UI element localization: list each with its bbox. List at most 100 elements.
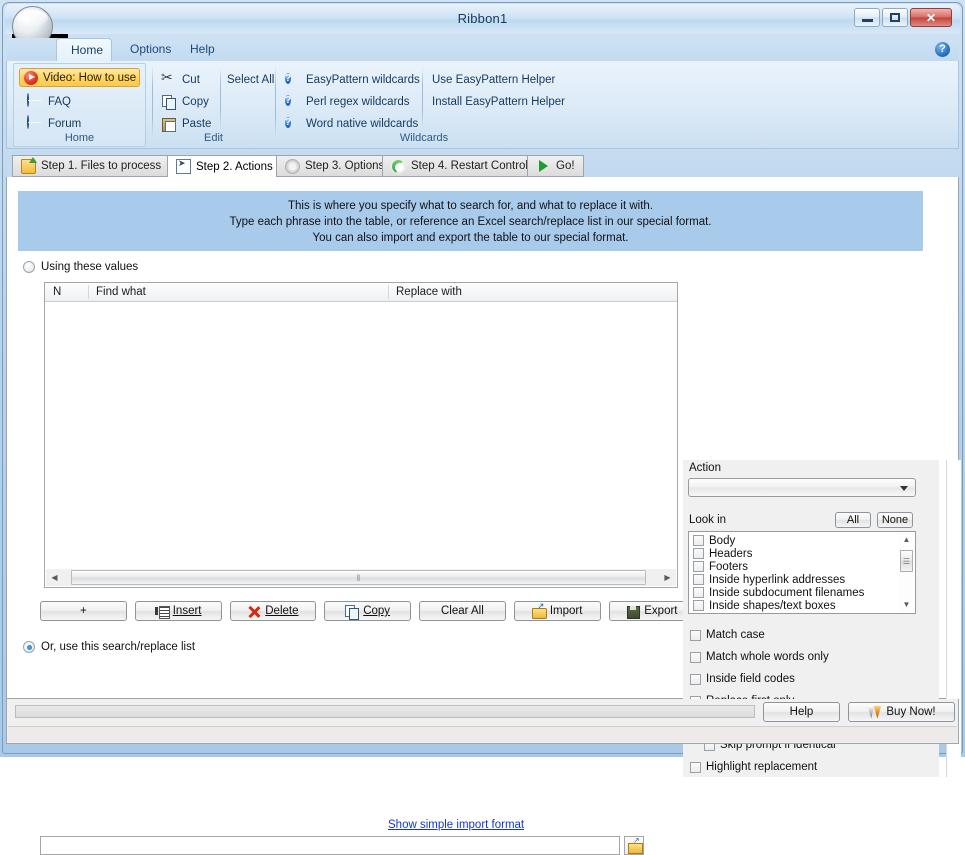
ribbon-item-select-all-label: Select All bbox=[227, 73, 275, 86]
checkbox-icon[interactable] bbox=[693, 548, 704, 559]
look-in-item-headers[interactable]: Headers bbox=[689, 547, 898, 560]
checkbox-icon[interactable] bbox=[693, 535, 704, 546]
scrollbar-track[interactable]: ‖ bbox=[63, 570, 659, 585]
checkbox-inside-field-codes[interactable]: Inside field codes bbox=[690, 673, 795, 685]
checkbox-icon[interactable] bbox=[690, 629, 701, 641]
import-button[interactable]: Import bbox=[513, 601, 601, 621]
ribbon-item-faq[interactable]: FAQ bbox=[23, 91, 75, 112]
ribbon-item-word-native-wildcards-label: Word native wildcards bbox=[306, 117, 419, 130]
action-label: Action bbox=[689, 462, 721, 474]
radio-use-search-replace-list[interactable]: Or, use this search/replace list bbox=[23, 641, 195, 653]
copy-button[interactable]: Copy bbox=[324, 601, 411, 621]
cursor-page-icon bbox=[176, 158, 191, 174]
ribbon-item-perl-regex-wildcards-label: Perl regex wildcards bbox=[306, 95, 410, 108]
checkbox-icon[interactable] bbox=[693, 600, 704, 611]
ribbon-item-word-native-wildcards[interactable]: ? Word native wildcards bbox=[281, 113, 422, 134]
search-replace-table[interactable]: N Find what Replace with ◀ ‖ ▶ bbox=[44, 282, 678, 588]
window-controls: ✕ bbox=[854, 8, 952, 27]
ribbon-tab-options[interactable]: Options bbox=[116, 38, 185, 61]
ribbon-tab-home[interactable]: Home bbox=[56, 38, 112, 61]
look-in-item-body[interactable]: Body bbox=[689, 534, 898, 547]
table-column-n[interactable]: N bbox=[45, 283, 88, 301]
scroll-left-icon[interactable]: ◀ bbox=[46, 569, 63, 586]
copy-label: Copy bbox=[363, 605, 391, 617]
clear-all-button[interactable]: Clear All bbox=[419, 601, 506, 621]
action-dropdown[interactable] bbox=[688, 478, 916, 497]
table-column-replace-with[interactable]: Replace with bbox=[388, 283, 677, 301]
instruction-banner: This is where you specify what to search… bbox=[18, 191, 923, 251]
globe-icon bbox=[27, 92, 29, 107]
step-tab-options[interactable]: Step 3. Options bbox=[276, 155, 394, 177]
checkbox-icon[interactable] bbox=[690, 761, 701, 773]
search-replace-list-input[interactable] bbox=[40, 836, 620, 855]
export-disk-icon bbox=[626, 605, 641, 619]
ribbon-item-use-easypattern-helper[interactable]: Use EasyPattern Helper bbox=[428, 69, 559, 90]
maximize-button[interactable] bbox=[882, 8, 908, 27]
ribbon-item-cut[interactable]: Cut bbox=[157, 69, 204, 90]
ribbon-tab-help[interactable]: Help bbox=[176, 38, 229, 61]
checkbox-icon[interactable] bbox=[693, 561, 704, 572]
ribbon-item-install-easypattern-helper-label: Install EasyPattern Helper bbox=[432, 95, 565, 108]
table-horizontal-scrollbar[interactable]: ◀ ‖ ▶ bbox=[46, 569, 676, 586]
video-how-to-use-button[interactable]: Video: How to use bbox=[19, 68, 140, 87]
checkbox-icon[interactable] bbox=[693, 574, 704, 585]
ribbon-item-paste[interactable]: Paste bbox=[157, 113, 215, 134]
look-in-item-shapes-text-boxes[interactable]: Inside shapes/text boxes bbox=[689, 599, 898, 612]
insert-button[interactable]: Insert bbox=[134, 601, 222, 621]
scroll-up-icon[interactable]: ▲ bbox=[903, 533, 911, 547]
step-tab-files-to-process[interactable]: Step 1. Files to process bbox=[12, 155, 171, 177]
look-in-item-subdocument-filenames[interactable]: Inside subdocument filenames bbox=[689, 586, 898, 599]
step-tab-restart-control[interactable]: Step 4. Restart Control bbox=[382, 155, 537, 177]
ribbon-item-easypattern-wildcards[interactable]: ? EasyPattern wildcards bbox=[281, 69, 424, 90]
minimize-button[interactable] bbox=[854, 8, 880, 27]
look-in-item-hyperlink-addresses[interactable]: Inside hyperlink addresses bbox=[689, 573, 898, 586]
ribbon-item-copy[interactable]: Copy bbox=[157, 91, 213, 112]
look-in-all-button[interactable]: All bbox=[835, 512, 871, 528]
checkbox-highlight-replacement[interactable]: Highlight replacement bbox=[690, 761, 817, 773]
show-simple-import-format-link[interactable]: Show simple import format bbox=[388, 819, 524, 831]
buy-now-button[interactable]: Buy Now! bbox=[848, 702, 955, 722]
scrollbar-thumb[interactable]: ‖ bbox=[71, 570, 646, 585]
scissors-icon bbox=[161, 69, 177, 88]
checkbox-match-whole-words-only[interactable]: Match whole words only bbox=[690, 651, 829, 663]
step-tab-restart-control-label: Step 4. Restart Control bbox=[411, 160, 528, 172]
radio-using-these-values[interactable]: Using these values bbox=[23, 261, 138, 273]
checkbox-match-whole-words-only-label: Match whole words only bbox=[706, 651, 829, 663]
ribbon-item-select-all[interactable]: Select All bbox=[223, 69, 278, 90]
ribbon-item-install-easypattern-helper[interactable]: Install EasyPattern Helper bbox=[428, 91, 569, 112]
look-in-item-footers-label: Footers bbox=[709, 560, 748, 573]
look-in-scrollbar-thumb[interactable]: ☰ bbox=[900, 550, 913, 572]
look-in-none-button[interactable]: None bbox=[877, 512, 913, 528]
checkbox-icon[interactable] bbox=[693, 587, 704, 598]
play-icon bbox=[24, 70, 38, 85]
help-circle-icon: ? bbox=[285, 116, 292, 128]
buy-icon bbox=[867, 706, 882, 719]
globe-icon bbox=[27, 114, 29, 129]
play-triangle-icon bbox=[536, 159, 551, 174]
look-in-item-footers[interactable]: Footers bbox=[689, 560, 898, 573]
step-tab-go[interactable]: Go! bbox=[527, 155, 584, 177]
delete-button[interactable]: Delete bbox=[229, 601, 317, 621]
table-column-find-what[interactable]: Find what bbox=[88, 283, 388, 301]
ribbon-help-icon[interactable]: ? bbox=[935, 42, 950, 57]
step-tab-files-to-process-label: Step 1. Files to process bbox=[41, 160, 162, 172]
look-in-list[interactable]: Body Headers Footers Inside hyperlink ad… bbox=[688, 531, 916, 614]
scroll-right-icon[interactable]: ▶ bbox=[659, 569, 676, 586]
ribbon-tab-strip: Home Options Help ? bbox=[6, 38, 959, 61]
close-button[interactable]: ✕ bbox=[910, 8, 952, 27]
step-tab-actions-label: Step 2. Actions bbox=[196, 160, 273, 173]
look-in-scrollbar[interactable]: ▲ ▼ ☰ bbox=[899, 533, 914, 612]
table-body-empty[interactable] bbox=[45, 302, 677, 568]
step-tab-actions[interactable]: Step 2. Actions bbox=[167, 155, 282, 178]
checkbox-icon[interactable] bbox=[690, 651, 701, 663]
ribbon-item-perl-regex-wildcards[interactable]: ? Perl regex wildcards bbox=[281, 91, 414, 112]
ribbon-item-forum[interactable]: Forum bbox=[23, 113, 85, 134]
checkbox-match-case[interactable]: Match case bbox=[690, 629, 765, 641]
add-row-button[interactable]: + bbox=[40, 601, 127, 621]
maximize-icon bbox=[890, 13, 900, 22]
checkbox-icon[interactable] bbox=[690, 673, 701, 685]
progress-bar bbox=[15, 705, 755, 718]
scroll-down-icon[interactable]: ▼ bbox=[903, 598, 911, 612]
browse-file-button[interactable] bbox=[624, 836, 644, 855]
help-button[interactable]: Help bbox=[763, 702, 840, 722]
